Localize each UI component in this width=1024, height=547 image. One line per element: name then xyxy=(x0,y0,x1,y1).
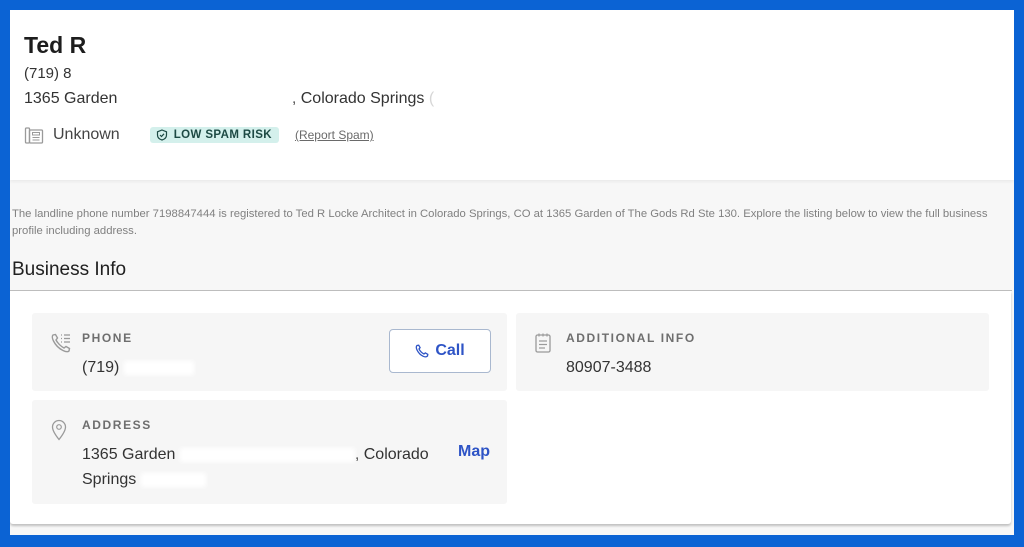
notepad-icon xyxy=(535,333,551,353)
additional-info-tile: ADDITIONAL INFO 80907-3488 xyxy=(516,313,989,391)
phone-value: (719) xyxy=(82,355,194,380)
redacted-phone-number xyxy=(123,360,194,375)
redacted-name xyxy=(92,39,293,54)
location-pin-icon xyxy=(51,419,67,441)
line-type-label: Unknown xyxy=(53,126,120,143)
additional-info-label: ADDITIONAL INFO xyxy=(566,331,696,345)
listing-header-card: Ted R (719) 8 1365 Garden , Colorado Spr… xyxy=(10,10,1014,180)
line-type: Unknown xyxy=(24,125,120,145)
spam-risk-label: LOW SPAM RISK xyxy=(173,129,272,141)
address-line1-start: 1365 Garden xyxy=(82,446,176,463)
redacted-phone xyxy=(75,67,176,82)
phone-value-text: (719) xyxy=(82,359,120,376)
call-button[interactable]: Call xyxy=(389,329,491,373)
landline-phone-icon xyxy=(24,127,44,144)
redacted-street-address xyxy=(179,447,355,462)
address-value: 1365 Garden , Colorado Springs xyxy=(82,442,429,492)
redacted-street xyxy=(121,91,292,106)
business-info-heading: Business Info xyxy=(12,259,127,280)
redacted-state: ( xyxy=(428,90,435,107)
header-meta-row: Unknown LOW SPAM RISK (Report Spam) xyxy=(24,124,374,146)
business-name: Ted R xyxy=(24,32,293,59)
phone-list-icon xyxy=(51,333,71,353)
address-tile: ADDRESS 1365 Garden , Colorado Springs M… xyxy=(32,400,507,504)
page-frame: Ted R (719) 8 1365 Garden , Colorado Spr… xyxy=(10,10,1014,535)
phone-tile: PHONE (719) Call xyxy=(32,313,507,391)
phone-icon xyxy=(415,344,429,358)
address-line2-start: Springs xyxy=(82,471,137,488)
header-phone: (719) 8 xyxy=(24,65,176,82)
business-name-text: Ted R xyxy=(24,32,87,58)
header-address-start: 1365 Garden xyxy=(24,90,118,107)
call-button-label: Call xyxy=(435,342,465,359)
listing-description: The landline phone number 7198847444 is … xyxy=(12,208,988,237)
header-address: 1365 Garden , Colorado Springs ( xyxy=(24,90,434,108)
header-phone-text: (719) 8 xyxy=(24,65,72,82)
address-label: ADDRESS xyxy=(82,418,152,432)
header-address-city: , Colorado Springs xyxy=(291,90,425,107)
phone-label: PHONE xyxy=(82,331,133,345)
shield-check-icon xyxy=(156,129,167,141)
address-line1-end: , Colorado xyxy=(354,446,429,463)
additional-info-value: 80907-3488 xyxy=(566,359,652,376)
business-info-card: PHONE (719) Call ADDITIONAL INFO 80907-3… xyxy=(10,291,1011,524)
report-spam-link[interactable]: (Report Spam) xyxy=(295,128,374,142)
redacted-state-zip xyxy=(140,472,206,487)
map-link[interactable]: Map xyxy=(458,443,490,461)
spam-risk-badge: LOW SPAM RISK xyxy=(149,127,279,143)
